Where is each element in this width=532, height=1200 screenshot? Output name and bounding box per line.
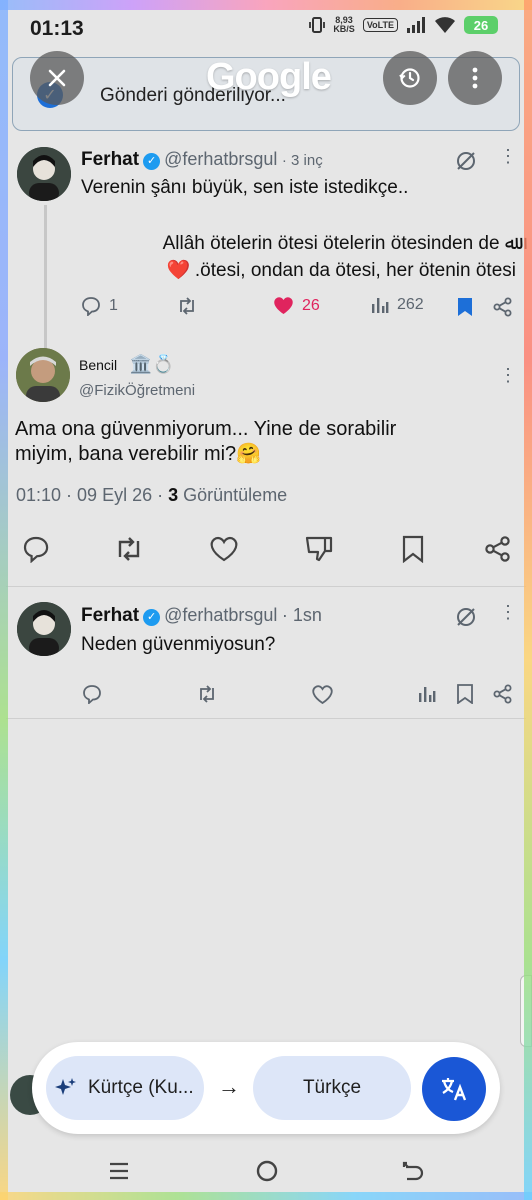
home-button[interactable]: [255, 1159, 279, 1183]
author-handle[interactable]: @ferhatbrsgul: [164, 149, 277, 169]
tweet-menu-button[interactable]: ⋮: [499, 603, 517, 621]
bookmark-icon[interactable]: [457, 684, 473, 704]
share-icon[interactable]: [493, 297, 513, 317]
retweet-icon[interactable]: [196, 684, 218, 704]
verified-icon: ✓: [143, 153, 161, 170]
google-logo: Google: [206, 56, 332, 98]
translate-icon: [442, 1078, 467, 1101]
translate-bar: Kürtçe (Ku... → Türkçe: [32, 1042, 500, 1134]
tweet-reply[interactable]: Ferhat ✓ @ferhatbrsgul · 1sn ⋮ Neden güven…: [0, 596, 532, 716]
bookmark-icon[interactable]: [401, 535, 425, 563]
vibrate-icon: [309, 17, 326, 33]
reply-icon[interactable]: [22, 535, 50, 563]
like-button[interactable]: 26: [273, 296, 320, 315]
lens-header: Google: [0, 48, 532, 112]
history-button[interactable]: [383, 51, 437, 105]
tweet-menu-button[interactable]: ⋮: [499, 366, 517, 384]
views-icon: [372, 298, 389, 313]
thread-connector: [44, 205, 47, 349]
volte-badge: VoLTE: [362, 18, 398, 32]
tweet-menu-button[interactable]: ⋮: [499, 147, 517, 165]
share-icon[interactable]: [493, 684, 513, 704]
status-icons: 8,93 KB/S VoLTE 26: [309, 16, 498, 34]
avatar[interactable]: [17, 147, 71, 201]
heart-icon[interactable]: [209, 536, 239, 562]
reply-count: 1: [109, 297, 118, 314]
arrow-icon: →: [218, 1074, 240, 1099]
avatar[interactable]: [16, 348, 70, 402]
tweet-parent[interactable]: Ferhat ✓ @ferhatbrsgul · 3 inç ⋮ Verenin ş…: [0, 140, 532, 340]
tweet-time: · 3 inç: [281, 152, 323, 169]
close-button[interactable]: [30, 51, 84, 105]
tweet-focused[interactable]: Bencil 🏛️💍 @FizikÖğretmeni ⋮ Ama ona güv…: [0, 345, 532, 590]
battery-indicator: 26: [464, 16, 498, 34]
tweet-text-line2: Allâh ötelerin ötesi ötelerin ötesinden …: [162, 233, 516, 254]
avatar[interactable]: [17, 602, 71, 656]
net-speed: 8,93 KB/S: [333, 15, 355, 34]
more-button[interactable]: [448, 51, 502, 105]
wifi-icon: [435, 17, 455, 33]
author-name[interactable]: Ferhat: [81, 605, 139, 626]
share-icon[interactable]: [484, 535, 512, 563]
reply-button[interactable]: 1: [81, 296, 118, 316]
views-count: 262: [397, 296, 424, 313]
target-language-label: Türkçe: [302, 1077, 362, 1098]
bookmark-icon[interactable]: [457, 297, 473, 317]
divider: [6, 586, 526, 587]
target-language-button[interactable]: Türkçe: [253, 1056, 411, 1120]
scroll-handle[interactable]: [520, 975, 532, 1047]
author-handle[interactable]: @FizikÖğretmeni: [79, 382, 195, 399]
retweet-icon[interactable]: [113, 535, 145, 563]
tweet-text: Neden güvenmiyosun?: [81, 634, 276, 655]
retweet-icon: [180, 297, 194, 315]
back-button[interactable]: [401, 1160, 425, 1182]
more-vert-icon: [472, 67, 478, 89]
tweet-text-line2: miyim, bana verebilir mi?🤗: [15, 443, 262, 465]
heart-icon[interactable]: [312, 685, 333, 704]
views-button[interactable]: 262: [371, 296, 424, 314]
like-count: 26: [302, 296, 320, 314]
tweet-text-line3-wrap: ❤️ .ötesi, ondan da ötesi, her ötenin öt…: [167, 256, 516, 285]
tweet-text-line1: Verenin şânı büyük, sen iste istedikçe..: [81, 177, 409, 198]
grok-icon[interactable]: [455, 150, 477, 172]
views-label: Görüntüleme: [183, 485, 288, 505]
close-icon: [48, 69, 66, 87]
author-name[interactable]: Bencil: [79, 357, 117, 373]
translate-button[interactable]: [422, 1057, 486, 1121]
recents-button[interactable]: [108, 1160, 130, 1182]
heart-emoji: ❤️: [166, 260, 191, 281]
name-emoji: 🏛️💍: [129, 354, 175, 374]
tweet-text-line3: .ötesi, ondan da ötesi, her ötenin ötesi: [194, 260, 516, 281]
tweet-timestamp: 01:10 · 09 Eyl 26 ·: [16, 485, 164, 505]
sparkle-icon: [55, 1078, 76, 1095]
dislike-icon[interactable]: [304, 535, 334, 563]
retweet-button[interactable]: [176, 296, 198, 316]
system-nav-bar: [0, 1144, 532, 1200]
status-time: 01:13: [30, 17, 84, 40]
reply-icon[interactable]: [82, 684, 102, 704]
reply-icon: [82, 297, 100, 316]
author-handle[interactable]: @ferhatbrsgul: [164, 605, 277, 625]
verified-icon: ✓: [143, 609, 161, 626]
source-language-label: Kürtçe (Ku...: [88, 1077, 194, 1098]
tweet-meta: 01:10 · 09 Eyl 26 · 3 Görüntüleme: [16, 485, 287, 506]
divider: [6, 718, 526, 719]
grok-icon[interactable]: [455, 606, 477, 628]
tweet-time: · 1sn: [281, 605, 322, 625]
signal-icon: [407, 17, 425, 33]
views-count: 3: [168, 485, 179, 505]
source-language-button[interactable]: Kürtçe (Ku...: [46, 1056, 204, 1120]
author-name[interactable]: Ferhat: [81, 149, 139, 170]
heart-icon: [274, 297, 293, 314]
views-icon[interactable]: [418, 685, 436, 703]
history-icon: [399, 68, 420, 88]
